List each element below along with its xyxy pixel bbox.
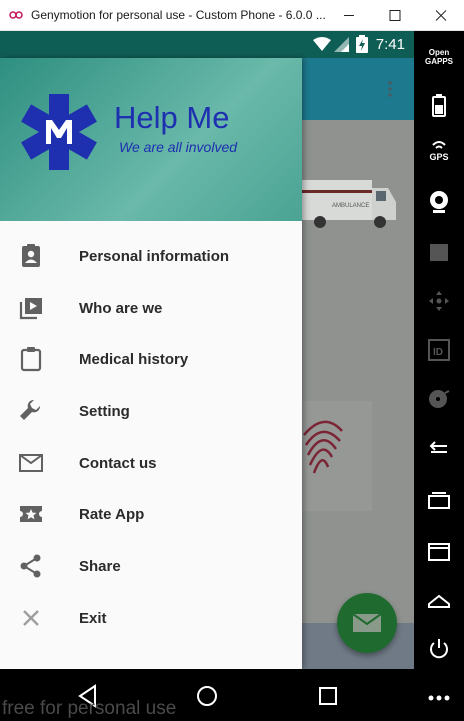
close-icon <box>435 10 447 21</box>
menu-label: Medical history <box>79 351 189 369</box>
more-icon[interactable] <box>425 684 453 712</box>
battery-icon[interactable] <box>425 91 453 119</box>
wrench-icon <box>20 400 41 421</box>
menu-label: Setting <box>79 403 130 421</box>
fingerprint-icon <box>303 420 343 474</box>
dpad-icon[interactable] <box>425 287 453 315</box>
menu-label: Share <box>79 558 121 576</box>
clipboard-person-icon <box>22 244 40 267</box>
wifi-icon <box>313 37 331 51</box>
emulator-screen: 7:41 AMBULANCE Help Me We are all involv… <box>0 31 414 721</box>
android-status-bar: 7:41 <box>0 31 414 58</box>
gps-label: GPS <box>429 152 449 162</box>
video-icon[interactable] <box>425 238 453 266</box>
menu-label: Personal information <box>79 248 230 265</box>
cell-signal-icon <box>334 37 349 52</box>
menu-item-contact-us[interactable]: Contact us <box>0 437 302 489</box>
star-of-life-logo <box>21 94 97 170</box>
brand-title: Help Me <box>114 100 230 135</box>
more-vertical-icon[interactable] <box>383 79 397 99</box>
share-icon <box>20 554 41 578</box>
power-icon[interactable] <box>425 635 453 663</box>
genymotion-logo-icon <box>9 11 23 19</box>
navigation-drawer: Help Me We are all involved Personal inf… <box>0 58 302 669</box>
webcam-icon[interactable] <box>425 188 453 216</box>
menu-item-setting[interactable]: Setting <box>0 385 302 437</box>
back-icon[interactable] <box>425 436 453 464</box>
send-mail-fab[interactable] <box>337 593 397 653</box>
menu-label: Exit <box>79 609 107 627</box>
battery-charging-icon <box>356 35 368 53</box>
drawer-header: Help Me We are all involved <box>0 58 302 221</box>
menu-label: Contact us <box>79 454 157 472</box>
menu-item-personal-information[interactable]: Personal information <box>0 230 302 282</box>
menu-label: Rate App <box>79 506 145 524</box>
close-icon <box>23 609 39 626</box>
disk-icon[interactable] <box>425 385 453 413</box>
minimize-button[interactable] <box>326 0 372 31</box>
menu-item-rate-app[interactable]: Rate App <box>0 488 302 540</box>
close-window-button[interactable] <box>418 0 464 31</box>
ticket-star-icon <box>20 506 42 523</box>
personal-use-watermark: free for personal use <box>2 698 177 719</box>
ambulance-image: AMBULANCE <box>302 180 396 228</box>
window-title: Genymotion for personal use - Custom Pho… <box>31 8 326 22</box>
opengapps-button[interactable]: Open GAPPS <box>420 48 458 66</box>
recents-icon[interactable] <box>425 487 453 515</box>
home-icon[interactable] <box>425 586 453 614</box>
menu-item-share[interactable]: Share <box>0 540 302 592</box>
video-library-icon <box>19 297 42 319</box>
home-icon[interactable] <box>194 683 220 709</box>
genymotion-window: Genymotion for personal use - Custom Pho… <box>0 0 464 721</box>
menu-item-exit[interactable]: Exit <box>0 592 302 644</box>
svg-text:ID: ID <box>433 347 443 358</box>
menu-item-medical-history[interactable]: Medical history <box>0 333 302 385</box>
id-icon[interactable]: ID <box>425 336 453 364</box>
maximize-icon <box>389 10 401 21</box>
minimize-icon <box>344 15 354 16</box>
ambulance-label: AMBULANCE <box>332 203 369 209</box>
window-title-bar: Genymotion for personal use - Custom Pho… <box>0 0 464 31</box>
menu-label: Who are we <box>79 299 163 317</box>
menu-item-who-are-we[interactable]: Who are we <box>0 282 302 334</box>
clipboard-icon <box>20 347 42 372</box>
mail-icon <box>19 453 43 472</box>
brand-tagline: We are all involved <box>119 139 238 155</box>
drawer-menu: Personal information Who are we Medical … <box>0 230 302 644</box>
recents-icon[interactable] <box>315 683 341 709</box>
status-clock: 7:41 <box>375 36 405 53</box>
app-logo: Help Me We are all involved <box>8 92 298 172</box>
menu-icon[interactable] <box>425 537 453 565</box>
maximize-button[interactable] <box>372 0 418 31</box>
mail-icon <box>352 613 382 632</box>
genymotion-sidebar: Open GAPPS GPS ID <box>414 31 464 721</box>
